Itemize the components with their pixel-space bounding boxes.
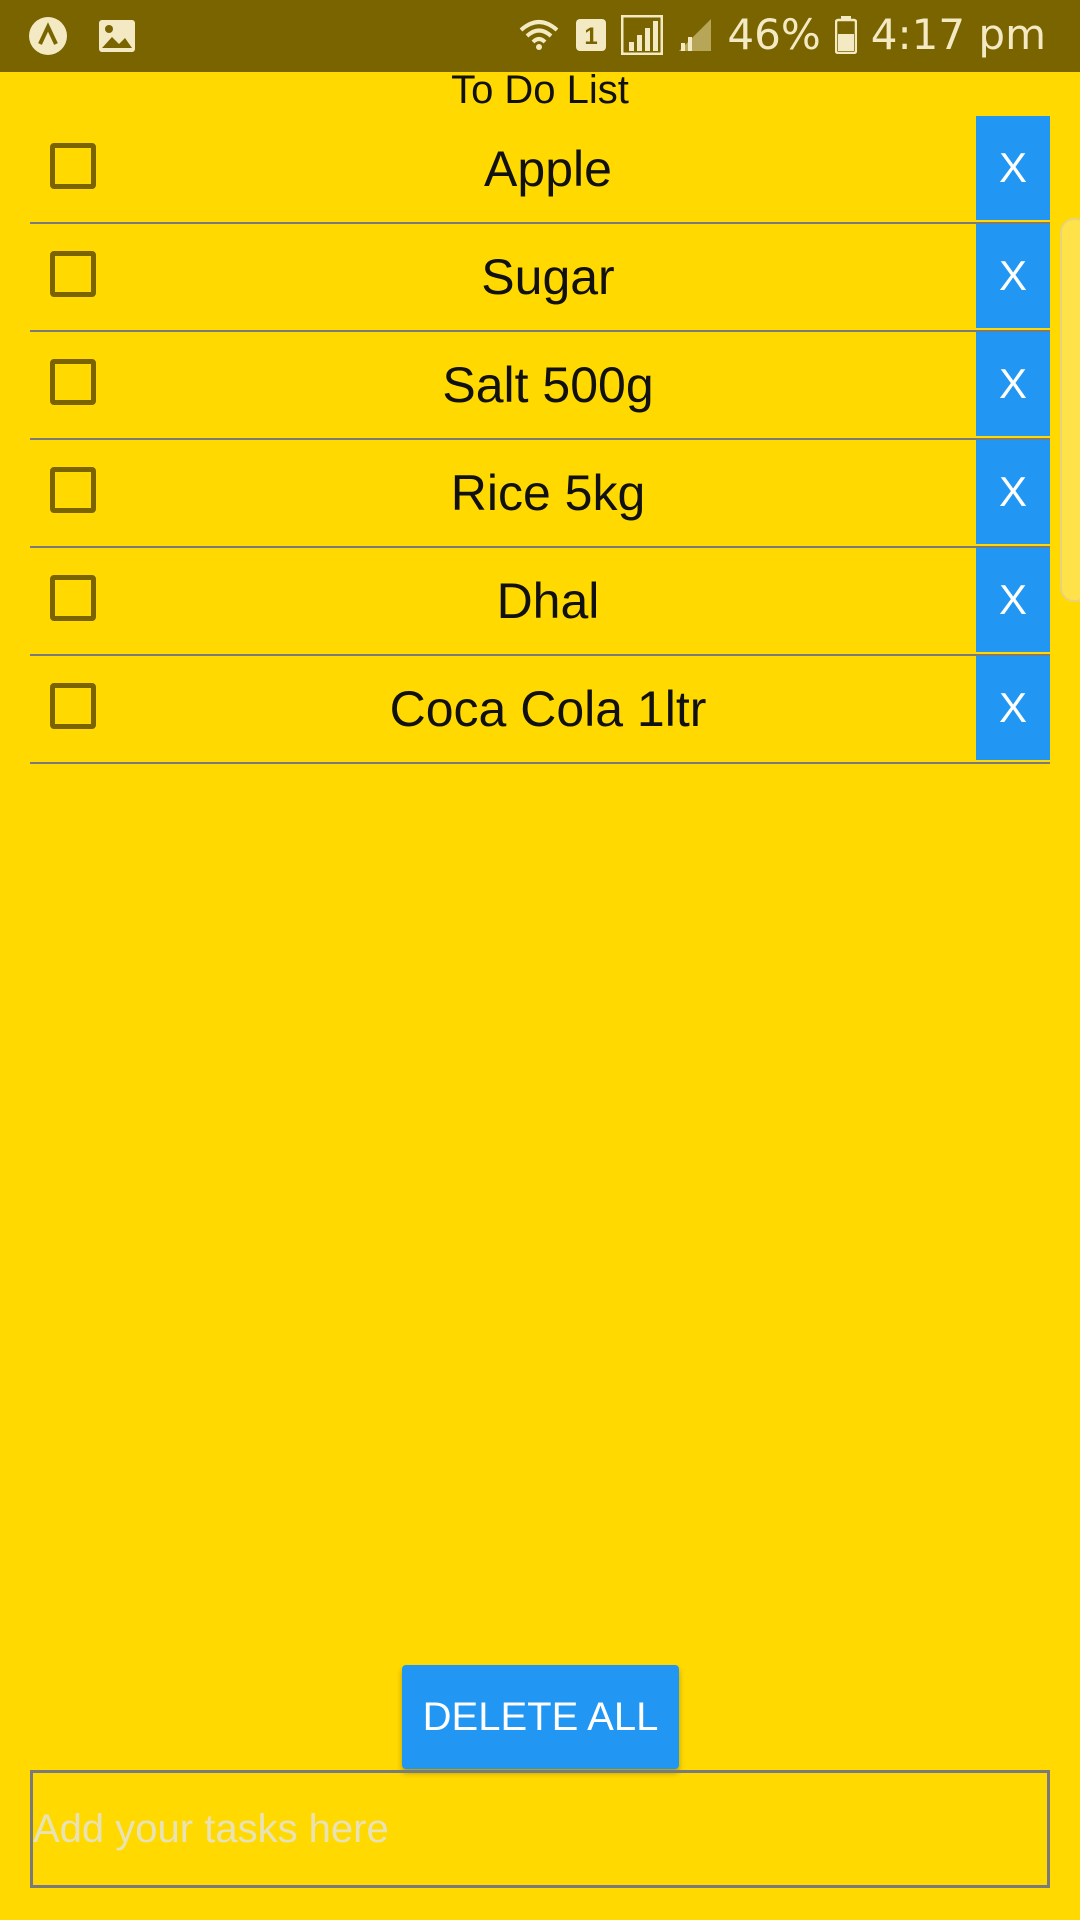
delete-item-button[interactable]: X <box>976 116 1050 220</box>
delete-item-button[interactable]: X <box>976 440 1050 544</box>
app-logo-icon <box>28 16 68 56</box>
list-item: Sugar X <box>30 224 1050 332</box>
delete-item-button[interactable]: X <box>976 224 1050 328</box>
scrollbar[interactable] <box>1060 218 1080 602</box>
item-checkbox[interactable] <box>50 143 96 189</box>
delete-item-button[interactable]: X <box>976 656 1050 760</box>
item-label: Apple <box>484 141 612 197</box>
todo-list: Apple X Sugar X Salt 500g X Rice 5kg X D… <box>30 116 1050 764</box>
list-item: Coca Cola 1ltr X <box>30 656 1050 764</box>
item-label: Sugar <box>481 249 615 305</box>
page-title: To Do List <box>451 68 629 112</box>
battery-percent: 46% <box>727 10 821 59</box>
sim-icon: 1 <box>575 18 607 52</box>
svg-text:1: 1 <box>585 23 598 50</box>
item-checkbox[interactable] <box>50 359 96 405</box>
item-label: Rice 5kg <box>450 465 646 521</box>
delete-all-button[interactable]: DELETE ALL <box>402 1665 679 1769</box>
item-label: Coca Cola 1ltr <box>389 681 707 737</box>
delete-item-button[interactable]: X <box>976 548 1050 652</box>
battery-icon <box>834 15 857 54</box>
signal-icon <box>621 14 664 55</box>
list-item: Rice 5kg X <box>30 440 1050 548</box>
item-label: Dhal <box>496 573 600 629</box>
clock: 4:17 pm <box>870 10 1046 59</box>
item-checkbox[interactable] <box>50 575 96 621</box>
list-item: Salt 500g X <box>30 332 1050 440</box>
list-item: Dhal X <box>30 548 1050 656</box>
item-label: Salt 500g <box>442 357 654 413</box>
list-item: Apple X <box>30 116 1050 224</box>
item-checkbox[interactable] <box>50 683 96 729</box>
task-input[interactable] <box>30 1770 1050 1888</box>
signal-weak-icon <box>677 17 713 53</box>
item-checkbox[interactable] <box>50 467 96 513</box>
item-checkbox[interactable] <box>50 251 96 297</box>
wifi-icon <box>517 16 561 54</box>
image-icon <box>98 19 136 53</box>
delete-item-button[interactable]: X <box>976 332 1050 436</box>
status-bar: 1 46% 4:17 pm <box>0 0 1080 72</box>
